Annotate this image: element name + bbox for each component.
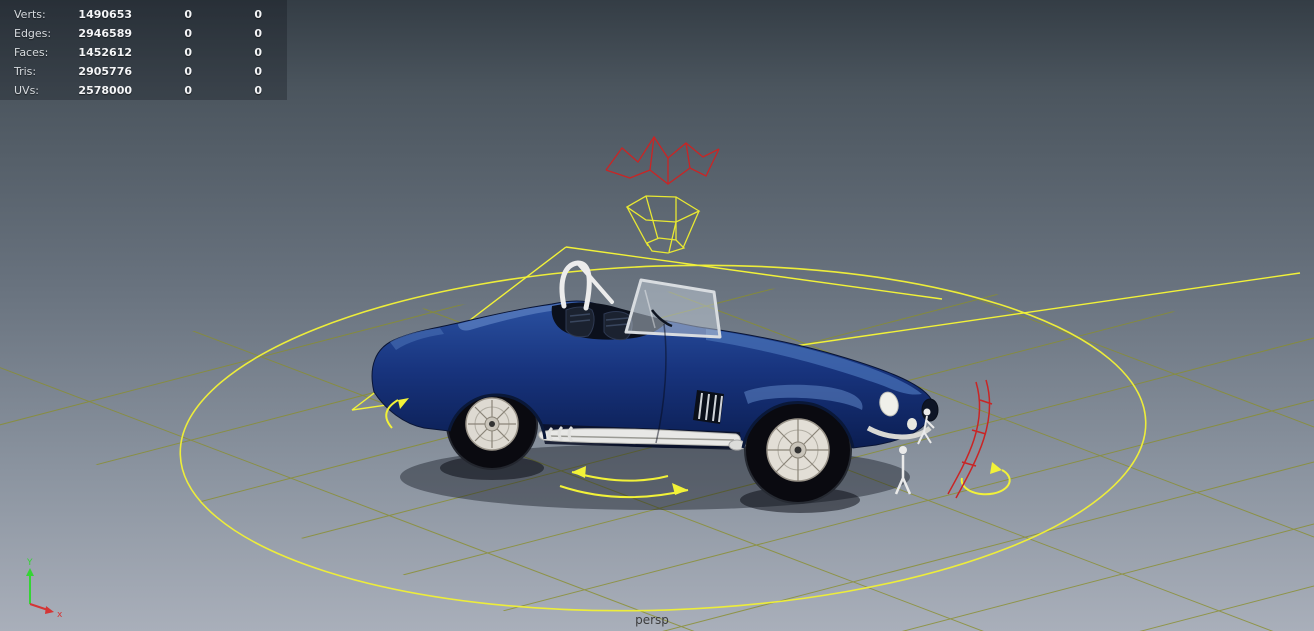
hud-value: 0 [254,8,262,21]
axis-gizmo[interactable]: Y x [26,558,63,620]
hud-row-uvs: UVs: 2578000 0 0 [14,81,287,100]
hud-value: 0 [184,65,192,78]
hud-value: 2946589 [78,27,132,40]
axis-y-label: Y [26,558,33,568]
hud-label: Tris: [14,65,37,78]
spotlight-wireframe-yellow[interactable] [625,195,701,254]
hud-row-verts: Verts: 1490653 0 0 [14,5,287,24]
hud-value: 2905776 [78,65,132,78]
spotlight-wireframe-red[interactable] [605,135,720,185]
hud-row-faces: Faces: 1452612 0 0 [14,43,287,62]
hud-label: Edges: [14,27,52,40]
hud-label: Verts: [14,8,46,21]
windshield [624,278,722,339]
hud-value: 0 [184,46,192,59]
hud-value: 0 [184,8,192,21]
hud-value: 1452612 [78,46,132,59]
hud-row-tris: Tris: 2905776 0 0 [14,62,287,81]
hud-value: 2578000 [78,84,132,97]
wireframe-red-curve[interactable] [947,379,993,499]
hud-value: 0 [184,84,192,97]
hud-value: 0 [184,27,192,40]
hud-value: 0 [254,65,262,78]
hud-label: UVs: [14,84,40,97]
hud-value: 0 [254,84,262,97]
poly-count-hud: Verts: 1490653 0 0 Edges: 2946589 0 0 Fa… [0,0,287,100]
hud-value: 1490653 [78,8,132,21]
axis-x-label: x [57,610,63,620]
hud-label: Faces: [14,46,49,59]
rotate-manipulator-right[interactable] [960,462,1011,496]
viewport[interactable]: Y x persp Verts: 1490653 0 0 Edges: 2946… [0,0,1314,631]
hud-value: 0 [254,27,262,40]
side-vent [693,390,724,424]
camera-label: persp [635,613,669,627]
hud-value: 0 [254,46,262,59]
hud-row-edges: Edges: 2946589 0 0 [14,24,287,43]
